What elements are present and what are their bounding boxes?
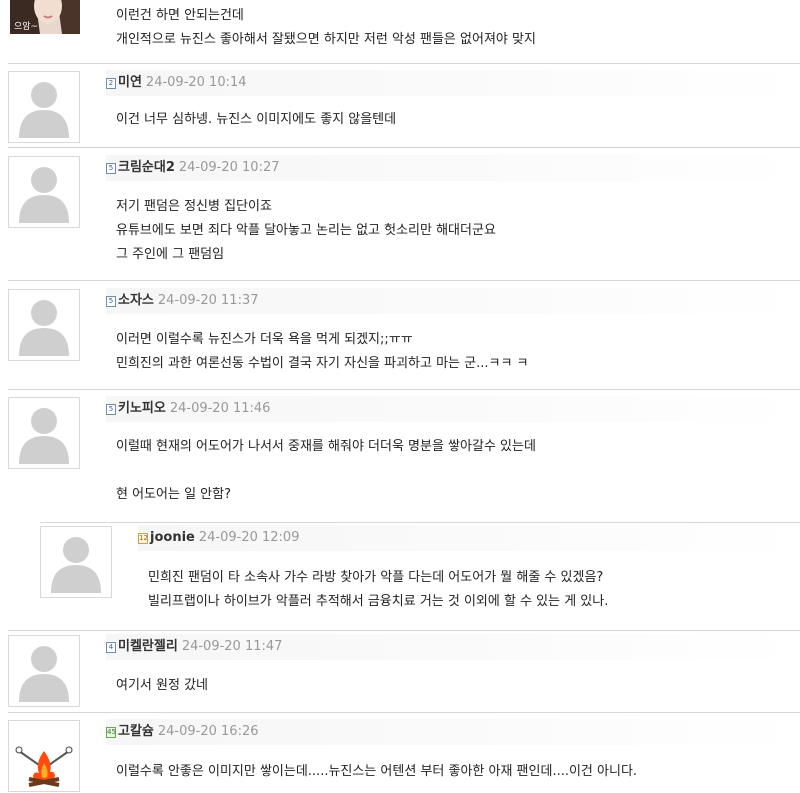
comment-date: 24-09-20 16:26 xyxy=(157,724,259,739)
comment-meta: 45 고칼슘 24-09-20 16:26 xyxy=(106,719,800,745)
comment-meta: 2 미연 24-09-20 10:14 xyxy=(106,70,800,96)
author-nick[interactable]: 소자스 xyxy=(118,293,154,308)
comment-body: 이러면 이럴수록 뉴진스가 더욱 욕을 먹게 되겠지;;ㅠㅠ 민희진의 과한 여… xyxy=(116,328,792,376)
comment-date: 24-09-20 11:46 xyxy=(169,401,271,416)
comment-text: 개인적으로 뉴진스 좋아해서 잘됐으면 하지만 저런 악성 팬들은 없어져야 맞… xyxy=(116,32,536,47)
level-icon: 2 xyxy=(106,77,116,89)
comment-body: 저기 팬덤은 정신병 집단이죠 유튜브에도 보면 죄다 악플 달아놓고 논리는 … xyxy=(116,195,792,267)
comment-body: 이럴때 현재의 어도어가 나서서 중재를 해줘야 더더욱 명분을 쌓아갈수 있는… xyxy=(116,435,792,507)
comment-meta: 12 joonie 24-09-20 12:09 xyxy=(138,525,800,551)
comment-date: 24-09-20 12:09 xyxy=(198,530,300,545)
level-icon: 4 xyxy=(106,641,116,653)
comment-text: 이러면 이럴수록 뉴진스가 더욱 욕을 먹게 되겠지;;ㅠㅠ xyxy=(116,332,413,347)
comment-date: 24-09-20 11:37 xyxy=(157,293,259,308)
author-nick[interactable]: 키노피오 xyxy=(118,401,166,416)
default-avatar[interactable] xyxy=(8,156,80,228)
comment-text: 이럴때 현재의 어도어가 나서서 중재를 해줘야 더더욱 명분을 쌓아갈수 있는… xyxy=(116,439,536,454)
comment-body: 이럴수록 안좋은 이미지만 쌓이는데.....뉴진스는 어텐션 부터 좋아한 아… xyxy=(116,760,792,784)
reply-item: 12 joonie 24-09-20 12:09 민희진 팬덤이 타 소속사 가수 … xyxy=(40,522,800,630)
comment-body: 이건 너무 심하넹. 뉴진스 이미지에도 좋지 않을텐데 xyxy=(116,108,792,132)
comment-date: 24-09-20 10:27 xyxy=(178,160,280,175)
author-nick[interactable]: 미연 xyxy=(118,75,142,90)
comment-text: 이런건 하면 안되는건데 xyxy=(116,8,244,23)
user-avatar-campfire[interactable] xyxy=(8,720,80,792)
comment-meta: 4 미켈란젤리 24-09-20 11:47 xyxy=(106,634,800,660)
comment-text: 그 주인에 그 팬덤임 xyxy=(116,247,225,262)
comment-text: 민희진 팬덤이 타 소속사 가수 라방 찾아가 악플 다는데 어도어가 뭘 해줄… xyxy=(148,570,604,585)
level-icon: 12 xyxy=(138,532,148,544)
level-icon: 45 xyxy=(106,726,116,738)
level-icon: 5 xyxy=(106,403,116,415)
author-nick[interactable]: 고칼슘 xyxy=(118,724,154,739)
comment-meta: 5 크림순대2 24-09-20 10:27 xyxy=(106,155,800,181)
comment-date: 24-09-20 11:47 xyxy=(181,639,283,654)
comment-meta: 5 소자스 24-09-20 11:37 xyxy=(106,288,800,314)
comment-text: 저기 팬덤은 정신병 집단이죠 xyxy=(116,199,272,214)
comment-text: 여기서 원정 갔네 xyxy=(116,678,208,693)
comment-item: 4 미켈란젤리 24-09-20 11:47 여기서 원정 갔네 xyxy=(8,632,800,713)
comment-item: 5 소자스 24-09-20 11:37 이러면 이럴수록 뉴진스가 더욱 욕을 먹… xyxy=(8,286,800,390)
comment-text: 유튜브에도 보면 죄다 악플 달아놓고 논리는 없고 헛소리만 해대더군요 xyxy=(116,223,496,238)
level-icon: 5 xyxy=(106,162,116,174)
author-nick[interactable]: joonie xyxy=(150,530,195,545)
person-silhouette-icon xyxy=(9,72,79,142)
person-silhouette-icon xyxy=(9,636,79,706)
default-avatar[interactable] xyxy=(8,71,80,143)
comment-body: 여기서 원정 갔네 xyxy=(116,674,792,698)
comment-body: 이런건 하면 안되는건데 개인적으로 뉴진스 좋아해서 잘됐으면 하지만 저런 … xyxy=(116,4,792,52)
avatar-caption: 으암~ xyxy=(14,22,39,32)
default-avatar[interactable] xyxy=(8,289,80,361)
comment-item: 5 크림순대2 24-09-20 10:27 저기 팬덤은 정신병 집단이죠 유튜브… xyxy=(8,153,800,281)
comment-body: 민희진 팬덤이 타 소속사 가수 라방 찾아가 악플 다는데 어도어가 뭘 해줄… xyxy=(148,566,792,614)
person-silhouette-icon xyxy=(9,290,79,360)
comment-text: 민희진의 과한 여론선동 수법이 결국 자기 자신을 파괴하고 마는 군...ㅋ… xyxy=(116,356,529,371)
comment-date: 24-09-20 10:14 xyxy=(145,75,247,90)
author-nick[interactable]: 미켈란젤리 xyxy=(118,639,178,654)
comment-item: 2 미연 24-09-20 10:14 이건 너무 심하넹. 뉴진스 이미지에도 좋… xyxy=(8,68,800,148)
person-silhouette-icon xyxy=(9,157,79,227)
comment-item: 으암~ 이런건 하면 안되는건데 개인적으로 뉴진스 좋아해서 잘됐으면 하지만… xyxy=(8,0,800,64)
comment-item: 45 고칼슘 24-09-20 16:26 이럴수록 안좋은 이미지만 쌓이는데..… xyxy=(8,717,800,793)
comment-text: 이럴수록 안좋은 이미지만 쌓이는데.....뉴진스는 어텐션 부터 좋아한 아… xyxy=(116,764,638,779)
comment-text: 빌리프랩이나 하이브가 악플러 추적해서 금융치료 거는 것 이외에 할 수 있… xyxy=(148,594,609,609)
comment-meta: 5 키노피오 24-09-20 11:46 xyxy=(106,396,800,422)
user-avatar-photo[interactable]: 으암~ xyxy=(10,0,80,34)
comment-text: 현 어도어는 일 안함? xyxy=(116,487,231,502)
person-silhouette-icon xyxy=(41,527,111,597)
default-avatar[interactable] xyxy=(40,526,112,598)
default-avatar[interactable] xyxy=(8,635,80,707)
default-avatar[interactable] xyxy=(8,397,80,469)
author-nick[interactable]: 크림순대2 xyxy=(118,160,175,175)
campfire-icon xyxy=(9,721,79,791)
comment-text: 이건 너무 심하넹. 뉴진스 이미지에도 좋지 않을텐데 xyxy=(116,112,397,127)
level-icon: 5 xyxy=(106,295,116,307)
person-silhouette-icon xyxy=(9,398,79,468)
